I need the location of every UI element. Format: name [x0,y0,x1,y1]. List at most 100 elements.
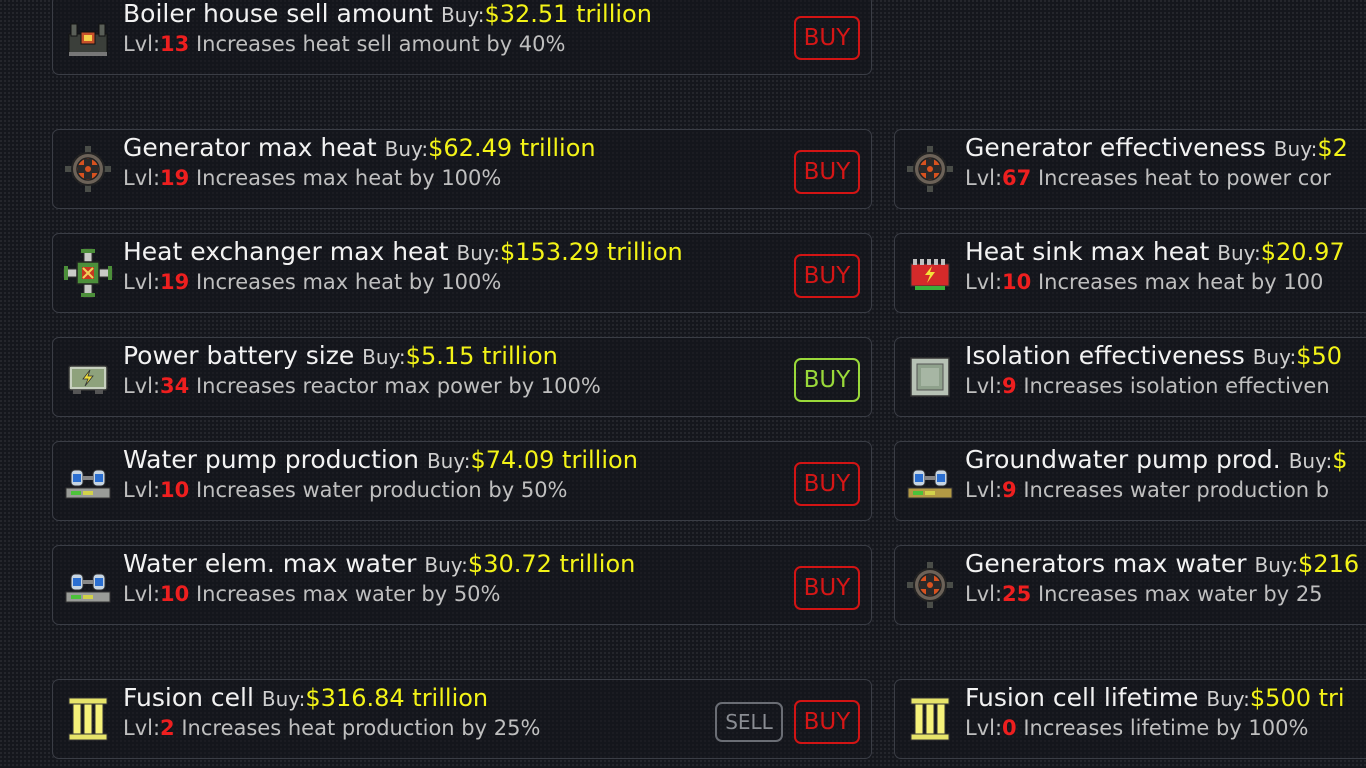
water-element-icon [65,573,111,603]
upgrade-price: $500 tri [1249,684,1345,712]
upgrade-description: Increases isolation effectiven [1023,374,1330,398]
upgrade-price: $153.29 trillion [500,238,683,266]
buy-button[interactable]: BUY [794,254,860,298]
upgrade-name: Boiler house sell amount [123,0,433,28]
upgrade-card-isolation: Isolation effectiveness Buy:$50 Lvl:9 In… [894,337,1366,417]
level-prefix: Lvl: [123,716,161,740]
generator-icon [907,146,953,192]
level-prefix: Lvl: [965,374,1003,398]
upgrade-description: Increases reactor max power by 100% [195,374,601,398]
upgrade-level: 9 [1002,374,1017,398]
sell-button[interactable]: SELL [715,702,783,742]
level-prefix: Lvl: [123,374,161,398]
buy-prefix: Buy: [424,553,468,577]
level-prefix: Lvl: [123,270,161,294]
upgrade-card-fusion-cell-lifetime: Fusion cell lifetime Buy:$500 tri Lvl:0 … [894,679,1366,759]
upgrade-price: $316.84 trillion [305,684,489,712]
level-prefix: Lvl: [965,582,1003,606]
upgrade-card-generators-max-water: Generators max water Buy:$216 Lvl:25 Inc… [894,545,1366,625]
upgrade-price: $62.49 trillion [428,134,596,162]
buy-prefix: Buy: [362,345,406,369]
upgrade-level: 10 [1002,270,1032,294]
isolation-icon [910,357,950,397]
boiler-house-icon [68,23,108,56]
buy-prefix: Buy: [426,449,471,473]
upgrade-card-water-pump: Water pump production Buy:$74.09 trillio… [52,441,872,521]
buy-prefix: Buy: [384,137,429,161]
upgrade-description: Increases max heat by 100% [195,270,502,294]
buy-prefix: Buy: [1206,687,1250,711]
buy-prefix: Buy: [456,241,501,265]
upgrade-name: Power battery size [123,341,355,370]
upgrade-name: Heat sink max heat [965,237,1210,266]
level-prefix: Lvl: [965,166,1003,190]
upgrade-description: Increases water production by 50% [195,478,568,502]
upgrade-price: $74.09 trillion [470,446,638,474]
level-prefix: Lvl: [123,582,161,606]
upgrade-card-heat-sink: Heat sink max heat Buy:$20.97 Lvl:10 Inc… [894,233,1366,313]
upgrade-price: $ [1332,446,1348,474]
upgrade-name: Water elem. max water [123,549,417,578]
upgrade-card-water-element: Water elem. max water Buy:$30.72 trillio… [52,545,872,625]
generator-icon [65,146,111,192]
upgrade-price: $30.72 trillion [467,550,636,578]
water-pump-icon [65,469,111,499]
upgrade-level: 25 [1002,582,1032,606]
buy-prefix: Buy: [1273,137,1318,161]
upgrade-description: Increases heat to power cor [1037,166,1331,190]
upgrade-level: 19 [160,166,190,190]
fusion-cell-icon [910,697,950,741]
buy-prefix: Buy: [1217,241,1261,265]
upgrade-description: Increases max heat by 100% [195,166,502,190]
level-prefix: Lvl: [965,716,1003,740]
upgrade-price: $50 [1296,342,1343,370]
buy-button[interactable]: BUY [794,150,860,194]
buy-button[interactable]: BUY [794,358,860,402]
upgrade-level: 34 [160,374,190,398]
upgrade-name: Heat exchanger max heat [123,237,449,266]
buy-button[interactable]: BUY [794,16,860,60]
heat-exchanger-icon [63,248,113,298]
upgrade-name: Generators max water [965,549,1247,578]
upgrade-card-power-battery: Power battery size Buy:$5.15 trillion Lv… [52,337,872,417]
upgrade-card-groundwater-pump: Groundwater pump prod. Buy:$ Lvl:9 Incre… [894,441,1366,521]
upgrade-level: 9 [1002,478,1017,502]
buy-button[interactable]: BUY [794,462,860,506]
upgrade-description: Increases max water by 25 [1037,582,1323,606]
upgrade-description: Increases max water by 50% [195,582,501,606]
upgrade-level: 10 [160,478,190,502]
upgrade-level: 13 [160,32,190,56]
upgrade-name: Generator max heat [123,133,377,162]
buy-prefix: Buy: [261,687,306,711]
level-prefix: Lvl: [965,478,1003,502]
upgrade-price: $5.15 trillion [405,342,558,370]
upgrades-screen: Boiler house sell amount Buy:$32.51 tril… [0,0,1366,768]
upgrade-description: Increases lifetime by 100% [1023,716,1309,740]
upgrade-level: 10 [160,582,190,606]
level-prefix: Lvl: [123,478,161,502]
generator-icon [907,562,953,608]
upgrade-level: 2 [160,716,175,740]
upgrade-price: $216 [1298,550,1360,578]
upgrade-price: $20.97 [1260,238,1345,266]
buy-prefix: Buy: [1288,449,1333,473]
upgrade-card-heat-exchanger: Heat exchanger max heat Buy:$153.29 tril… [52,233,872,313]
upgrade-name: Generator effectiveness [965,133,1266,162]
groundwater-pump-icon [907,469,953,499]
upgrade-name: Groundwater pump prod. [965,445,1281,474]
heat-sink-icon [910,259,950,290]
upgrade-description: Increases max heat by 100 [1037,270,1324,294]
buy-button[interactable]: BUY [794,700,860,744]
upgrade-name: Isolation effectiveness [965,341,1245,370]
buy-prefix: Buy: [1252,345,1297,369]
upgrade-description: Increases heat production by 25% [181,716,541,740]
buy-prefix: Buy: [440,3,485,27]
level-prefix: Lvl: [123,32,161,56]
upgrade-price: $32.51 trillion [484,0,652,28]
battery-icon [68,365,108,394]
buy-button[interactable]: BUY [794,566,860,610]
buy-prefix: Buy: [1254,553,1299,577]
upgrade-card-generator-effectiveness: Generator effectiveness Buy:$2 Lvl:67 In… [894,129,1366,209]
upgrade-card-boiler-house: Boiler house sell amount Buy:$32.51 tril… [52,0,872,75]
fusion-cell-icon [68,697,108,741]
